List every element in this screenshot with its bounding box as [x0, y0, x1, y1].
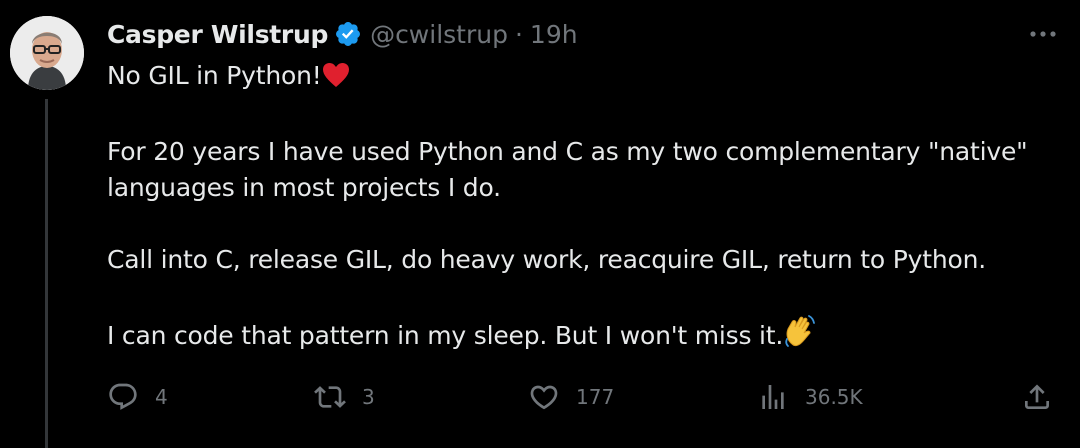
- tweet-actions-bar: 4 3 177 36.5K: [107, 378, 1057, 416]
- author-display-name[interactable]: Casper Wilstrup: [107, 20, 328, 49]
- view-count: 36.5K: [805, 385, 863, 409]
- share-icon: [1025, 384, 1049, 409]
- thread-connector-line: [45, 99, 48, 448]
- retweet-count: 3: [362, 385, 375, 409]
- tweet-text-line: For 20 years I have used Python and C as…: [107, 137, 1028, 166]
- tweet-header: Casper Wilstrup @cwilstrup · 19h: [107, 14, 578, 54]
- retweet-icon: [314, 386, 346, 408]
- author-handle[interactable]: @cwilstrup: [370, 20, 508, 49]
- verified-badge-icon: [334, 20, 362, 48]
- reply-button[interactable]: 4: [107, 378, 168, 416]
- heart-icon: [530, 385, 558, 410]
- views-button[interactable]: 36.5K: [757, 378, 863, 416]
- reply-count: 4: [155, 385, 168, 409]
- reply-icon: [109, 383, 137, 410]
- red-heart-icon: [322, 62, 350, 98]
- like-count: 177: [576, 385, 615, 409]
- retweet-button[interactable]: 3: [314, 378, 375, 416]
- tweet-text-line: No GIL in Python!: [107, 58, 1057, 98]
- tweet-timestamp[interactable]: 19h: [530, 20, 578, 49]
- header-separator: ·: [514, 19, 523, 49]
- tweet-text-line: languages in most projects I do.: [107, 173, 501, 202]
- tweet-text-line: I can code that pattern in my sleep. But…: [107, 314, 1057, 358]
- waving-hand-icon: [783, 314, 817, 358]
- like-button[interactable]: 177: [528, 378, 614, 416]
- author-avatar[interactable]: [10, 16, 84, 90]
- tweet-text: No GIL in Python! For 20 years I have us…: [107, 58, 1057, 358]
- tweet-text-line: Call into C, release GIL, do heavy work,…: [107, 245, 986, 274]
- more-options-icon[interactable]: [1028, 24, 1058, 44]
- share-button[interactable]: [1021, 378, 1053, 416]
- tweet-card: Casper Wilstrup @cwilstrup · 19h No GIL …: [0, 0, 1080, 448]
- views-chart-icon: [762, 385, 784, 409]
